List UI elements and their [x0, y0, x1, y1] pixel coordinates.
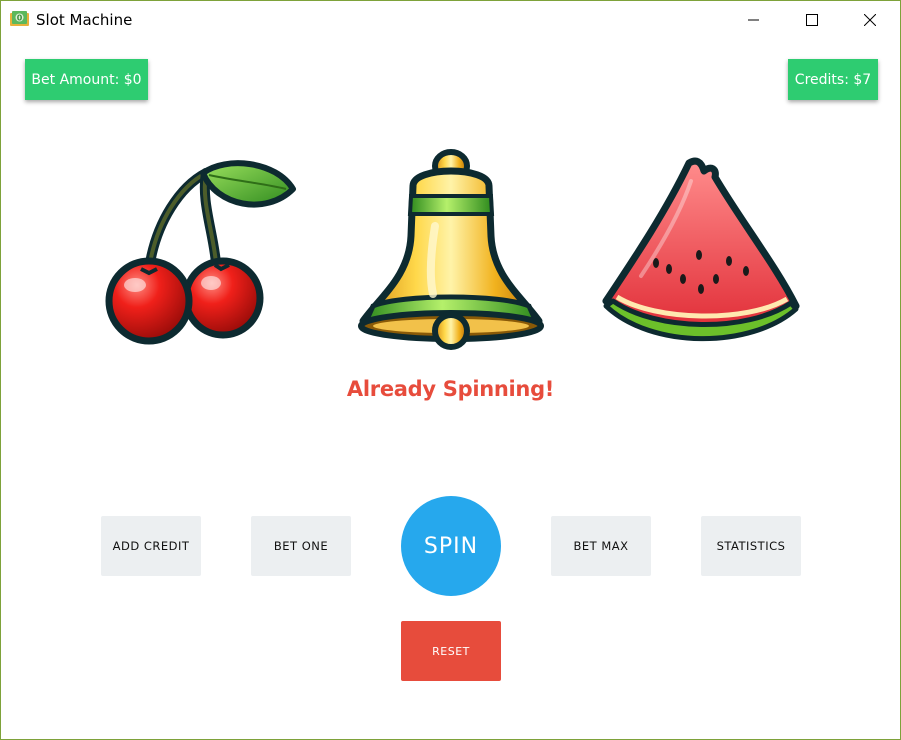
close-button[interactable]	[841, 1, 899, 39]
title-bar[interactable]: 0 Slot Machine	[1, 1, 900, 39]
reel-2-bell-icon	[351, 146, 551, 356]
minimize-icon	[748, 19, 759, 21]
spin-button[interactable]: SPIN	[401, 496, 501, 596]
reel-1-cherry-icon	[101, 151, 301, 351]
minimize-button[interactable]	[725, 1, 783, 39]
statistics-button[interactable]: STATISTICS	[701, 516, 801, 576]
bet-amount-badge: Bet Amount: $0	[25, 59, 148, 100]
maximize-icon	[806, 14, 818, 26]
status-message: Already Spinning!	[346, 377, 555, 401]
maximize-button[interactable]	[783, 1, 841, 39]
window-title: Slot Machine	[36, 11, 133, 29]
credits-badge: Credits: $7	[788, 59, 878, 100]
bet-max-button[interactable]: BET MAX	[551, 516, 651, 576]
slot-machine-window: 0 Slot Machine Bet Amount: $0 Credits: $…	[0, 0, 901, 740]
bet-one-button[interactable]: BET ONE	[251, 516, 351, 576]
svg-text:0: 0	[17, 14, 23, 23]
close-icon	[864, 14, 876, 26]
reset-button[interactable]: RESET	[401, 621, 501, 681]
money-icon: 0	[10, 11, 29, 28]
add-credit-button[interactable]: ADD CREDIT	[101, 516, 201, 576]
reel-3-watermelon-icon	[601, 151, 801, 351]
